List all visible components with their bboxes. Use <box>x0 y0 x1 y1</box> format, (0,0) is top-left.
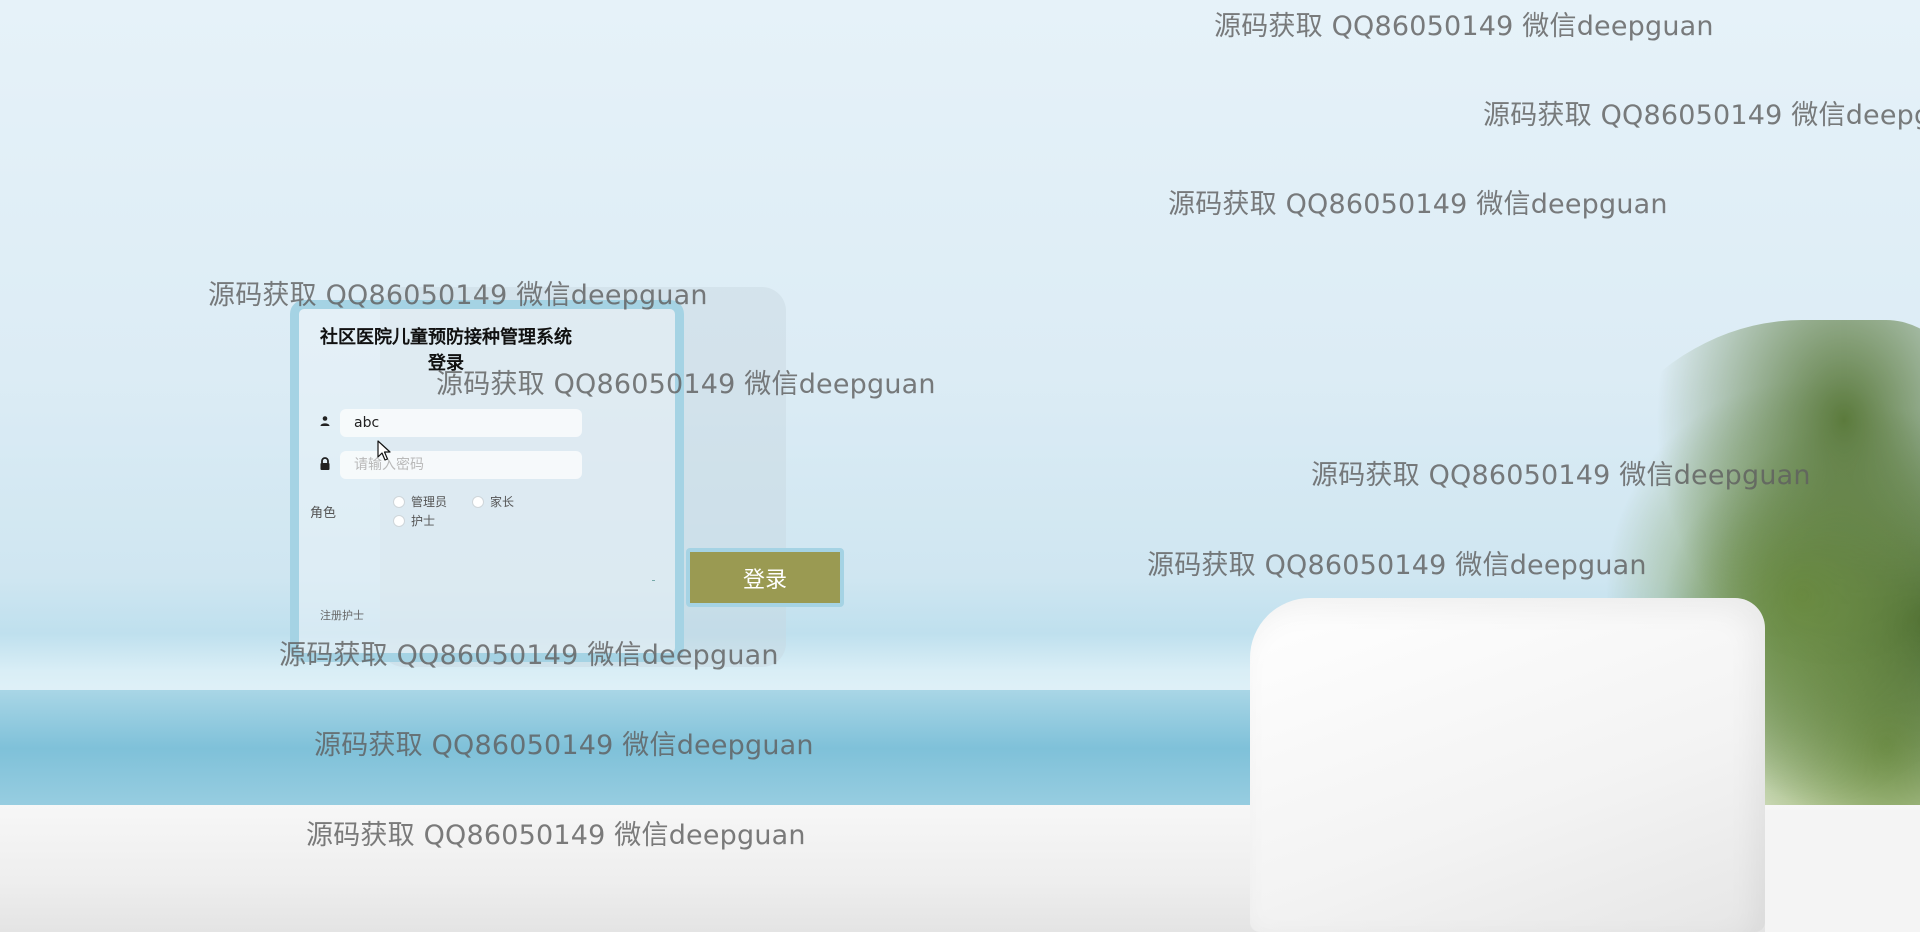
user-icon <box>318 415 332 429</box>
mouse-pointer-icon <box>377 440 393 462</box>
radio-circle[interactable] <box>393 514 405 527</box>
watermark-text: 源码获取 QQ86050149 微信deepguan <box>314 730 814 761</box>
username-input[interactable] <box>340 409 582 437</box>
role-radio-admin[interactable]: 管理员 <box>393 493 447 510</box>
role-radio-nurse[interactable]: 护士 <box>393 512 435 529</box>
role-option-label: 护士 <box>411 514 436 528</box>
watermark-text: 源码获取 QQ86050149 微信deepguan <box>1168 189 1668 220</box>
background-white-block <box>1250 598 1765 932</box>
username-row <box>318 409 588 437</box>
role-label: 角色 <box>310 506 337 521</box>
watermark-text: 源码获取 QQ86050149 微信deepguan <box>279 640 779 671</box>
role-option-label: 管理员 <box>411 495 448 509</box>
watermark-text: 源码获取 QQ86050149 微信deepguan <box>306 820 806 851</box>
watermark-text: 源码获取 QQ86050149 微信deepguan <box>1147 550 1647 581</box>
login-button[interactable]: 登录 <box>686 548 844 607</box>
watermark-text: 源码获取 QQ86050149 微信deepguan <box>208 280 708 311</box>
radio-circle[interactable] <box>472 495 484 508</box>
radio-circle[interactable] <box>393 495 405 508</box>
watermark-text: 源码获取 QQ86050149 微信deepguan <box>1214 11 1714 42</box>
password-row <box>318 451 588 479</box>
decorative-dot <box>652 580 655 581</box>
background-white-block-2 <box>1765 810 1920 932</box>
watermark-text: 源码获取 QQ86050149 微信deepguan <box>1483 100 1920 131</box>
watermark-text: 源码获取 QQ86050149 微信deepguan <box>436 369 936 400</box>
login-page: 社区医院儿童预防接种管理系统登录 角色 管理员 家长 护士 登录 注册护士 源码… <box>0 0 1920 932</box>
role-option-label: 家长 <box>490 495 515 509</box>
watermark-text: 源码获取 QQ86050149 微信deepguan <box>1311 460 1811 491</box>
role-radio-parent[interactable]: 家长 <box>472 493 514 510</box>
lock-icon <box>318 457 332 471</box>
register-nurse-link[interactable]: 注册护士 <box>320 607 364 623</box>
